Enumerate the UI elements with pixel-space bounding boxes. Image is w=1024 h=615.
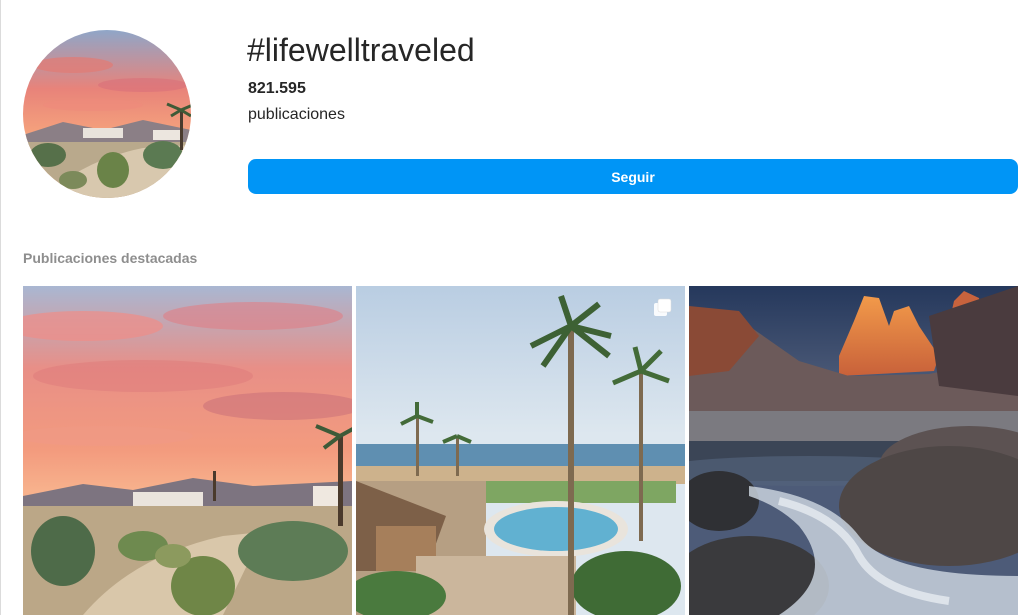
multiple-photos-icon	[653, 298, 673, 318]
follow-button[interactable]: Seguir	[248, 159, 1018, 194]
page-left-border	[0, 0, 1, 615]
featured-post-2[interactable]	[356, 286, 685, 615]
post-count-label: publicaciones	[248, 106, 345, 123]
hashtag-title: #lifewelltraveled	[247, 32, 475, 68]
post-count: 821.595	[248, 80, 306, 97]
hashtag-avatar	[23, 30, 191, 198]
featured-post-3[interactable]	[689, 286, 1018, 615]
featured-posts-grid	[23, 286, 1018, 615]
featured-section-title: Publicaciones destacadas	[23, 250, 198, 266]
featured-post-1[interactable]	[23, 286, 352, 615]
